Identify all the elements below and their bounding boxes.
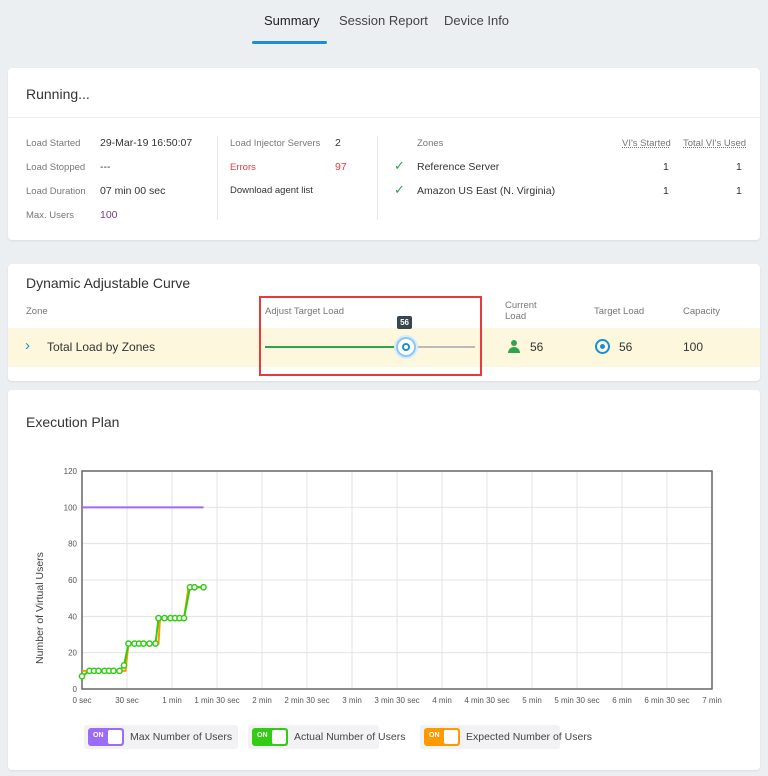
current-load-value: 56: [530, 340, 544, 354]
legend-actual-users[interactable]: ON Actual Number of Users: [248, 725, 405, 749]
injectors-label: Load Injector Servers: [230, 138, 321, 149]
legend-label: Expected Number of Users: [466, 731, 593, 743]
expand-chevron-icon[interactable]: ›: [25, 337, 30, 354]
legend-label: Actual Number of Users: [294, 731, 406, 743]
user-icon: [508, 340, 520, 353]
legend-toggle-actual[interactable]: ON: [252, 728, 288, 746]
errors-label: Errors: [230, 162, 256, 173]
zone-used: 1: [736, 161, 742, 173]
load-started-value: 29-Mar-19 16:50:07: [100, 137, 193, 149]
check-icon: ✓: [394, 158, 405, 173]
load-stopped-value: ---: [100, 161, 111, 173]
zone-started: 1: [663, 161, 669, 173]
status-card: Running... Load Started 29-Mar-19 16:50:…: [8, 68, 760, 240]
legend-toggle-expected[interactable]: ON: [424, 728, 460, 746]
target-load-value: 56: [619, 340, 633, 354]
legend-toggle-max[interactable]: ON: [88, 728, 124, 746]
col-zone: Zone: [26, 306, 48, 317]
y-axis-label: Number of Virtual Users: [34, 552, 46, 664]
zone-row-label: Total Load by Zones: [47, 340, 156, 354]
total-vis-header: Total VI's Used: [683, 138, 747, 149]
legend-max-users[interactable]: ON Max Number of Users: [84, 725, 238, 749]
col-current-load: Current Load: [505, 300, 537, 322]
col-target-load: Target Load: [594, 306, 645, 317]
toggle-label: ON: [429, 732, 440, 739]
divider: [377, 136, 378, 220]
zone-name: Amazon US East (N. Virginia): [417, 185, 556, 197]
tab-session-report[interactable]: Session Report: [339, 13, 428, 28]
toggle-label: ON: [93, 732, 104, 739]
curve-title: Dynamic Adjustable Curve: [26, 275, 191, 291]
capacity-value: 100: [683, 340, 704, 354]
target-icon: [595, 339, 610, 354]
zones-header: Zones: [417, 138, 444, 149]
max-users-label: Max. Users: [26, 210, 75, 221]
check-icon: ✓: [394, 182, 405, 197]
tab-device-info[interactable]: Device Info: [444, 13, 509, 28]
load-duration-label: Load Duration: [26, 186, 86, 197]
download-agent-list-link[interactable]: Download agent list: [230, 185, 313, 196]
status-title: Running...: [26, 86, 90, 102]
divider: [8, 117, 760, 118]
active-tab-indicator: [252, 41, 327, 44]
execution-plan-card: Execution Plan: [8, 390, 760, 770]
legend-expected-users[interactable]: ON Expected Number of Users: [420, 725, 592, 749]
zone-name: Reference Server: [417, 161, 500, 173]
errors-value: 97: [335, 161, 347, 173]
zone-started: 1: [663, 185, 669, 197]
injectors-value: 2: [335, 137, 341, 149]
load-duration-value: 07 min 00 sec: [100, 185, 166, 197]
divider: [217, 136, 218, 220]
tab-bar: Summary Session Report Device Info: [0, 0, 768, 46]
execution-plan-title: Execution Plan: [26, 414, 120, 430]
load-started-label: Load Started: [26, 138, 81, 149]
legend-label: Max Number of Users: [130, 731, 233, 743]
max-users-value: 100: [100, 209, 118, 221]
col-capacity: Capacity: [683, 306, 720, 317]
load-stopped-label: Load Stopped: [26, 162, 86, 173]
toggle-label: ON: [257, 732, 268, 739]
vis-started-header: VI's Started: [622, 138, 671, 149]
tab-summary[interactable]: Summary: [264, 13, 320, 28]
zone-used: 1: [736, 185, 742, 197]
highlight-box: [259, 296, 482, 376]
